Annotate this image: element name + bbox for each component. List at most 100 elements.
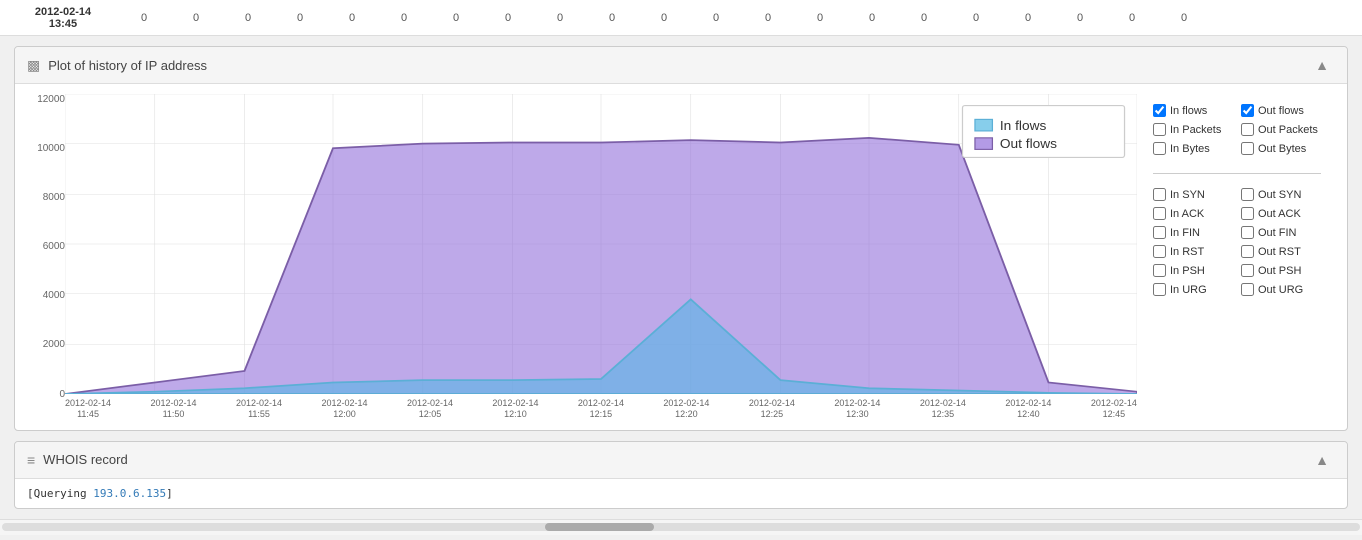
out-ack-label: Out ACK [1258, 208, 1301, 220]
y-axis-label: 6000 [25, 241, 65, 252]
in-psh-label: In PSH [1170, 265, 1205, 277]
x-axis-label: 2012-02-14 12:35 [920, 398, 966, 420]
svg-text:In flows: In flows [1000, 118, 1047, 132]
out-flows-checkbox[interactable] [1241, 104, 1254, 117]
checkbox-in-syn[interactable]: In SYN [1153, 188, 1233, 201]
in-bytes-checkbox[interactable] [1153, 142, 1166, 155]
y-axis-label: 12000 [25, 94, 65, 105]
x-axis-label: 2012-02-14 12:15 [578, 398, 624, 420]
chart-area: 120001000080006000400020000 [25, 94, 1137, 420]
top-number: 0 [898, 12, 950, 24]
out-bytes-checkbox[interactable] [1241, 142, 1254, 155]
list-icon: ≡ [27, 452, 35, 468]
in-fin-label: In FIN [1170, 227, 1200, 239]
top-number: 0 [1054, 12, 1106, 24]
whois-panel: ≡ WHOIS record ▲ [Querying 193.0.6.135] [14, 441, 1348, 509]
top-number: 0 [430, 12, 482, 24]
in-flows-checkbox[interactable] [1153, 104, 1166, 117]
y-axis-label: 8000 [25, 192, 65, 203]
checkbox-in-rst[interactable]: In RST [1153, 245, 1233, 258]
top-number: 0 [170, 12, 222, 24]
chart-collapse-button[interactable]: ▲ [1309, 55, 1335, 75]
top-number: 0 [690, 12, 742, 24]
top-number: 0 [1002, 12, 1054, 24]
out-packets-checkbox[interactable] [1241, 123, 1254, 136]
out-urg-checkbox[interactable] [1241, 283, 1254, 296]
top-number: 0 [742, 12, 794, 24]
checkbox-group-flags: In SYN Out SYN In ACK Out ACK In FIN [1153, 188, 1321, 296]
top-number: 0 [638, 12, 690, 24]
checkbox-out-fin[interactable]: Out FIN [1241, 226, 1321, 239]
in-rst-label: In RST [1170, 246, 1204, 258]
date-text: 2012-02-14 [35, 6, 91, 18]
top-number: 0 [222, 12, 274, 24]
top-number: 0 [118, 12, 170, 24]
x-axis-label: 2012-02-14 12:40 [1005, 398, 1051, 420]
in-syn-checkbox[interactable] [1153, 188, 1166, 201]
x-axis-label: 2012-02-14 11:50 [150, 398, 196, 420]
out-fin-checkbox[interactable] [1241, 226, 1254, 239]
y-axis-label: 2000 [25, 339, 65, 350]
scrollbar-track[interactable] [2, 523, 1360, 531]
x-axis-label: 2012-02-14 11:45 [65, 398, 111, 420]
scrollbar-area[interactable] [0, 519, 1362, 535]
in-packets-checkbox[interactable] [1153, 123, 1166, 136]
in-fin-checkbox[interactable] [1153, 226, 1166, 239]
whois-text: [Querying 193.0.6.135] [27, 487, 173, 500]
chart-panel: ▩ Plot of history of IP address ▲ 120001… [14, 46, 1348, 431]
checkbox-in-ack[interactable]: In ACK [1153, 207, 1233, 220]
checkbox-in-urg[interactable]: In URG [1153, 283, 1233, 296]
in-bytes-label: In Bytes [1170, 143, 1210, 155]
checkbox-in-bytes[interactable]: In Bytes [1153, 142, 1233, 155]
checkbox-out-flows[interactable]: Out flows [1241, 104, 1321, 117]
out-syn-label: Out SYN [1258, 189, 1301, 201]
top-number: 0 [1106, 12, 1158, 24]
out-syn-checkbox[interactable] [1241, 188, 1254, 201]
checkbox-in-flows[interactable]: In flows [1153, 104, 1233, 117]
checkbox-in-packets[interactable]: In Packets [1153, 123, 1233, 136]
checkbox-group-top: In flows Out flows In Packets Out Packet… [1153, 104, 1321, 155]
scrollbar-thumb[interactable] [545, 523, 654, 531]
out-fin-label: Out FIN [1258, 227, 1297, 239]
x-axis-label: 2012-02-14 12:20 [663, 398, 709, 420]
whois-ip-link[interactable]: 193.0.6.135 [93, 487, 166, 500]
checkbox-out-urg[interactable]: Out URG [1241, 283, 1321, 296]
out-psh-label: Out PSH [1258, 265, 1301, 277]
checkbox-in-fin[interactable]: In FIN [1153, 226, 1233, 239]
top-number: 0 [274, 12, 326, 24]
top-number: 0 [534, 12, 586, 24]
chart-wrapper: 120001000080006000400020000 [25, 94, 1137, 420]
x-axis-labels: 2012-02-14 11:45 2012-02-14 11:50 2012-02-… [65, 398, 1137, 420]
in-packets-label: In Packets [1170, 124, 1221, 136]
in-ack-checkbox[interactable] [1153, 207, 1166, 220]
checkbox-out-bytes[interactable]: Out Bytes [1241, 142, 1321, 155]
whois-content: [Querying 193.0.6.135] [15, 479, 1347, 508]
out-psh-checkbox[interactable] [1241, 264, 1254, 277]
checkbox-out-syn[interactable]: Out SYN [1241, 188, 1321, 201]
checkbox-out-psh[interactable]: Out PSH [1241, 264, 1321, 277]
checkbox-out-ack[interactable]: Out ACK [1241, 207, 1321, 220]
checkbox-out-packets[interactable]: Out Packets [1241, 123, 1321, 136]
chart-panel-header: ▩ Plot of history of IP address ▲ [15, 47, 1347, 84]
checkbox-out-rst[interactable]: Out RST [1241, 245, 1321, 258]
in-urg-checkbox[interactable] [1153, 283, 1166, 296]
whois-collapse-button[interactable]: ▲ [1309, 450, 1335, 470]
top-number: 0 [846, 12, 898, 24]
y-axis-labels: 120001000080006000400020000 [25, 94, 65, 420]
top-number: 0 [482, 12, 534, 24]
bar-chart-icon: ▩ [27, 57, 40, 74]
whois-panel-title: WHOIS record [43, 452, 128, 467]
x-axis-label: 2012-02-14 12:30 [834, 398, 880, 420]
time-text: 13:45 [49, 18, 77, 30]
out-rst-checkbox[interactable] [1241, 245, 1254, 258]
in-psh-checkbox[interactable] [1153, 264, 1166, 277]
out-packets-label: Out Packets [1258, 124, 1318, 136]
checkbox-in-psh[interactable]: In PSH [1153, 264, 1233, 277]
out-ack-checkbox[interactable] [1241, 207, 1254, 220]
top-numbers: 000000000000000000000 [118, 12, 1354, 24]
y-axis-label: 0 [25, 389, 65, 400]
in-rst-checkbox[interactable] [1153, 245, 1166, 258]
top-number: 0 [794, 12, 846, 24]
whois-panel-header: ≡ WHOIS record ▲ [15, 442, 1347, 479]
legend-panel: In flows Out flows In Packets Out Packet… [1137, 94, 1337, 420]
